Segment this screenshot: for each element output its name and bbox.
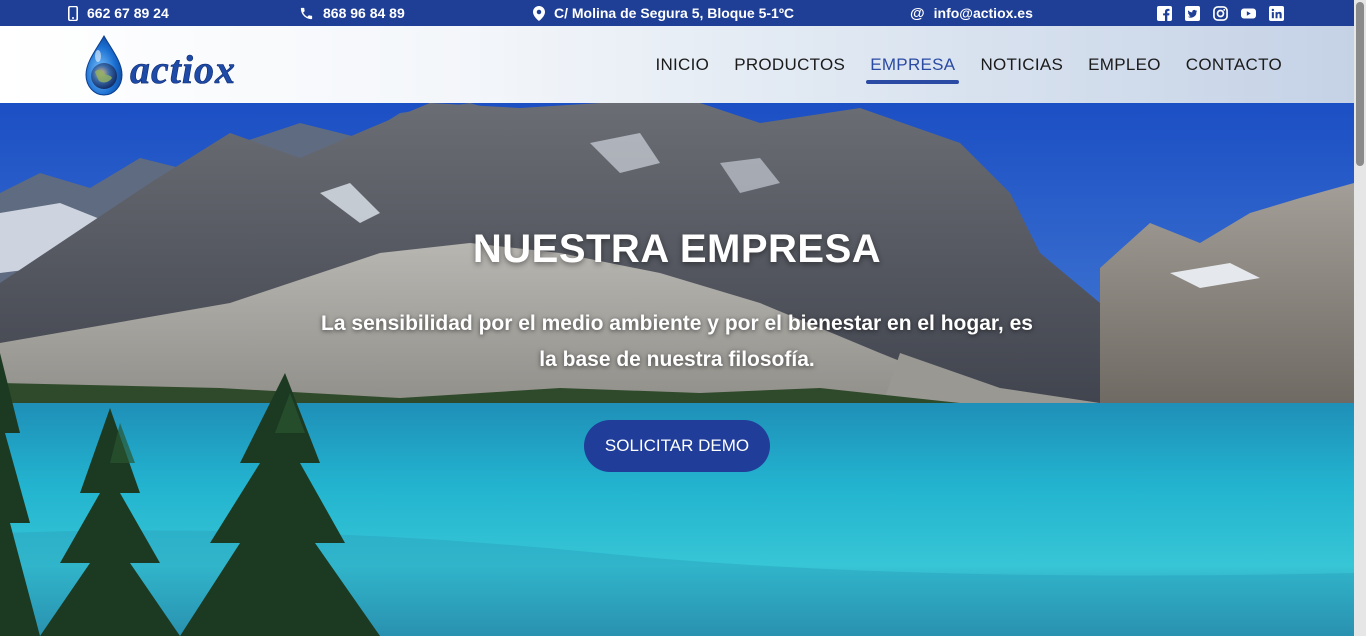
mobile-phone-link[interactable]: 662 67 89 24: [68, 0, 169, 26]
youtube-icon: [1240, 8, 1256, 18]
email-link[interactable]: @ info@actiox.es: [910, 0, 1033, 26]
address-link[interactable]: C/ Molina de Segura 5, Bloque 5-1ºC: [533, 0, 794, 26]
instagram-link[interactable]: [1211, 4, 1229, 22]
hero-title: NUESTRA EMPRESA: [472, 227, 882, 271]
instagram-icon: [1212, 5, 1228, 21]
page-scrollbar[interactable]: [1354, 0, 1366, 636]
nav-item-productos[interactable]: PRODUCTOS: [734, 55, 845, 75]
contact-bar: 662 67 89 24 868 96 84 89 C/ Molina de S…: [0, 0, 1354, 26]
hero-banner: NUESTRA EMPRESA La sensibilidad por el m…: [0, 103, 1354, 636]
youtube-link[interactable]: [1239, 4, 1257, 22]
scrollbar-thumb[interactable]: [1356, 2, 1364, 166]
facebook-link[interactable]: [1155, 4, 1173, 22]
twitter-icon: [1184, 5, 1200, 21]
email-address: info@actiox.es: [933, 5, 1033, 21]
nav-item-contacto[interactable]: CONTACTO: [1186, 55, 1282, 75]
brand-name: actiox: [130, 47, 236, 92]
hero-subtitle-line-2: la base de nuestra filosofía.: [539, 348, 815, 371]
site-header: actiox INICIO PRODUCTOS EMPRESA NOTICIAS…: [0, 26, 1354, 103]
at-sign-icon: @: [910, 4, 925, 22]
mobile-phone-number: 662 67 89 24: [87, 5, 169, 21]
linkedin-icon: [1268, 5, 1284, 21]
mobile-phone-icon: [68, 5, 78, 21]
nav-item-empresa[interactable]: EMPRESA: [866, 55, 960, 84]
linkedin-link[interactable]: [1267, 4, 1285, 22]
address-text: C/ Molina de Segura 5, Bloque 5-1ºC: [554, 5, 795, 21]
landline-phone-number: 868 96 84 89: [323, 5, 405, 21]
main-navigation: INICIO PRODUCTOS EMPRESA NOTICIAS EMPLEO…: [655, 26, 1282, 103]
hero-subtitle: La sensibilidad por el medio ambiente y …: [277, 306, 1077, 378]
nav-item-empleo[interactable]: EMPLEO: [1088, 55, 1161, 75]
request-demo-button[interactable]: SOLICITAR DEMO: [584, 420, 770, 472]
hero-subtitle-line-1: La sensibilidad por el medio ambiente y …: [321, 312, 1033, 335]
phone-icon: [300, 7, 313, 19]
location-pin-icon: [533, 5, 545, 21]
nav-item-noticias[interactable]: NOTICIAS: [980, 55, 1063, 75]
nav-item-inicio[interactable]: INICIO: [655, 55, 709, 75]
twitter-link[interactable]: [1183, 4, 1201, 22]
actiox-logo[interactable]: actiox: [84, 32, 299, 96]
facebook-icon: [1156, 5, 1172, 21]
social-links: [1155, 4, 1285, 22]
landline-phone-link[interactable]: 868 96 84 89: [299, 0, 405, 26]
